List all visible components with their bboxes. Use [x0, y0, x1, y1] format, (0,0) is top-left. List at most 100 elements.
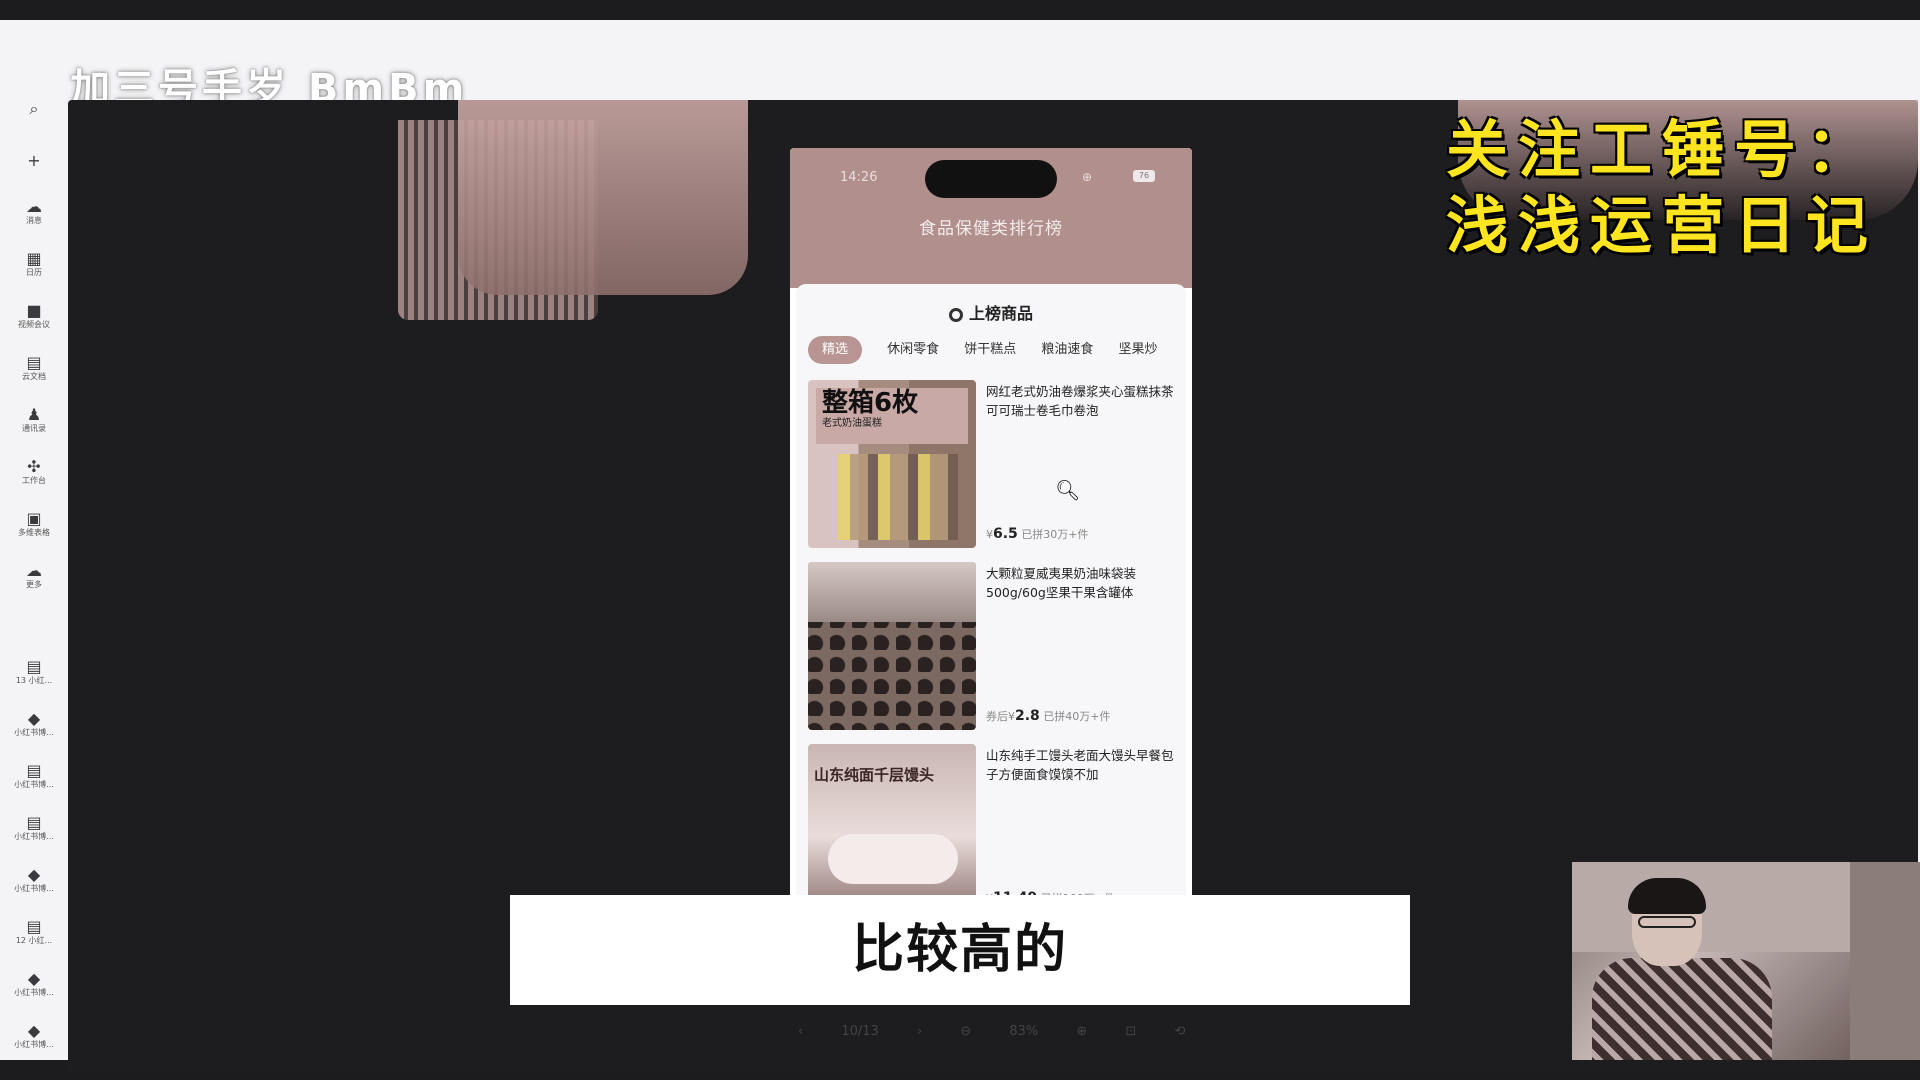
contacts-icon: ♟	[26, 405, 42, 424]
sidebar-item-label: 小红书博...	[14, 780, 54, 789]
sidebar-item-label: 小红书博...	[14, 1040, 54, 1049]
sold-count: 已拼30万+件	[1021, 528, 1089, 541]
sidebar-pinned-file[interactable]: ▤ 小红书博...	[0, 762, 68, 790]
sidebar-item-new[interactable]: +	[0, 152, 68, 170]
sidebar-item-more[interactable]: ☁ 更多	[0, 562, 68, 590]
signal-icon: ⊕	[1082, 170, 1093, 184]
sidebar-item-search[interactable]: ⌕	[0, 100, 68, 118]
tab-featured[interactable]: 精选	[808, 336, 863, 364]
search-icon: ⌕	[29, 99, 39, 118]
sidebar-item-label: 更多	[26, 580, 42, 589]
sidebar-item-messages[interactable]: ☁ 消息	[0, 198, 68, 226]
sidebar-pinned-file[interactable]: ▤ 13 小红...	[0, 658, 68, 686]
list-item[interactable]: 整箱6枚 老式奶油蛋糕 网红老式奶油卷爆浆夹心蛋糕抹茶可可瑞士卷毛巾卷泡 ¥6.…	[808, 380, 1183, 550]
follow-line-1: 关注工锤号：	[1446, 113, 1879, 186]
video-subtitle: 比较高的	[510, 895, 1410, 1005]
circle-icon	[948, 308, 963, 322]
sidebar-item-label: 多维表格	[18, 528, 50, 537]
product-image-caption: 整箱6枚 老式奶油蛋糕	[816, 388, 968, 444]
follow-line-2: 浅浅运营日记	[1446, 189, 1879, 262]
ranking-title: 食品保健类排行榜	[919, 219, 1063, 239]
zoom-cursor-icon: 🔍︎	[1055, 478, 1081, 502]
sidebar-item-label: 12 小红...	[15, 936, 53, 945]
workspace-icon: ✣	[27, 457, 41, 476]
sidebar-item-workspace[interactable]: ✣ 工作台	[0, 458, 68, 486]
category-tabs: 精选 休闲零食 饼干糕点 粮油速食 坚果炒	[808, 336, 1186, 368]
presenter-webcam	[1572, 862, 1920, 1060]
file-icon: ◆	[27, 1021, 41, 1040]
sidebar-item-label: 小红书博...	[14, 884, 54, 893]
next-image-button[interactable]: ›	[917, 1024, 922, 1039]
message-icon: ☁	[26, 197, 42, 216]
product-price: ¥6.5 已拼30万+件	[986, 526, 1089, 542]
sidebar-item-label: 消息	[26, 216, 42, 225]
sidebar-item-docs[interactable]: ▤ 云文档	[0, 354, 68, 382]
sidebar-item-video-meeting[interactable]: ■ 视频会议	[0, 302, 68, 330]
video-meeting-icon: ■	[26, 301, 42, 320]
fit-screen-button[interactable]: ⊡	[1125, 1024, 1136, 1039]
file-icon: ◆	[27, 865, 41, 884]
status-time: 14:26	[840, 170, 878, 185]
tab-snacks[interactable]: 休闲零食	[887, 336, 939, 364]
product-photo	[838, 454, 958, 540]
ranking-card: 上榜商品 精选 休闲零食 饼干糕点 粮油速食 坚果炒 整箱6枚 老式奶油蛋糕 网…	[796, 284, 1186, 918]
product-photo	[808, 562, 976, 622]
plus-icon: +	[27, 151, 41, 170]
multidim-table-icon: ▣	[26, 509, 42, 528]
sidebar-item-label: 小红书博...	[14, 832, 54, 841]
file-icon: ◆	[27, 709, 41, 728]
page-indicator: 10/13	[841, 1024, 879, 1039]
file-icon: ◆	[27, 969, 41, 988]
sidebar-pinned-file[interactable]: ◆ 小红书博...	[0, 970, 68, 998]
zoom-out-button[interactable]: ⊖	[960, 1024, 971, 1039]
zoom-level: 83%	[1009, 1024, 1039, 1039]
file-icon: ▤	[26, 761, 42, 780]
product-image-caption: 山东纯面千层馒头	[814, 766, 935, 784]
sidebar-pinned-file[interactable]: ▤ 小红书博...	[0, 814, 68, 842]
sidebar-item-label: 小红书博...	[14, 988, 54, 997]
left-sidebar: ⌕ + ☁ 消息 ▦ 日历 ■ 视频会议 ▤ 云文档 ♟ 通讯录 ✣ 工作台 ▣…	[0, 100, 68, 1080]
sidebar-pinned-file[interactable]: ◆ 小红书博...	[0, 710, 68, 738]
sidebar-item-multidim-table[interactable]: ▣ 多维表格	[0, 510, 68, 538]
product-photo	[828, 834, 958, 884]
list-item[interactable]: 山东纯面千层馒头 山东纯手工馒头老面大馒头早餐包子方便面食馍馍不加 ¥11.49…	[808, 744, 1183, 914]
zoom-in-button[interactable]: ⊕	[1076, 1024, 1087, 1039]
rotate-button[interactable]: ⟲	[1174, 1024, 1185, 1039]
sidebar-pinned-file[interactable]: ◆ 小红书博...	[0, 1022, 68, 1050]
sidebar-item-calendar[interactable]: ▦ 日历	[0, 250, 68, 278]
webcam-background	[1850, 862, 1920, 1060]
calendar-icon: ▦	[26, 249, 42, 268]
sold-count: 已拼40万+件	[1043, 710, 1111, 723]
phone-header: 14:26 ⊕ 76 食品保健类排行榜	[790, 148, 1192, 288]
product-image	[808, 562, 976, 730]
sidebar-item-label: 云文档	[22, 372, 46, 381]
follow-overlay: 关注工锤号： 浅浅运营日记	[1446, 112, 1878, 264]
sidebar-item-label: 13 小红...	[15, 676, 53, 685]
file-icon: ▤	[26, 657, 42, 676]
presenter-hair	[1628, 878, 1706, 914]
sidebar-item-label: 通讯录	[22, 424, 46, 433]
sidebar-item-label: 工作台	[22, 476, 46, 485]
tab-grain-oil[interactable]: 粮油速食	[1041, 336, 1093, 364]
list-item[interactable]: 大颗粒夏威夷果奶油味袋装500g/60g坚果干果含罐体 券后¥2.8 已拼40万…	[808, 562, 1183, 732]
product-price: 券后¥2.8 已拼40万+件	[986, 708, 1111, 724]
sidebar-pinned-file[interactable]: ▤ 12 小红...	[0, 918, 68, 946]
battery-icon: 76	[1133, 170, 1155, 182]
decorative-banner	[458, 100, 748, 295]
sidebar-item-label: 日历	[26, 268, 42, 277]
sidebar-item-contacts[interactable]: ♟ 通讯录	[0, 406, 68, 434]
file-icon: ▤	[26, 917, 42, 936]
sidebar-item-label: 视频会议	[18, 320, 50, 329]
file-icon: ▤	[26, 813, 42, 832]
sidebar-pinned-file[interactable]: ◆ 小红书博...	[0, 866, 68, 894]
product-name: 山东纯手工馒头老面大馒头早餐包子方便面食馍馍不加	[986, 748, 1174, 782]
presenter-body	[1592, 958, 1772, 1060]
product-name: 大颗粒夏威夷果奶油味袋装500g/60g坚果干果含罐体	[986, 566, 1137, 600]
tab-nuts[interactable]: 坚果炒	[1118, 336, 1157, 364]
product-image: 山东纯面千层馒头	[808, 744, 976, 912]
previous-image-button[interactable]: ‹	[798, 1024, 803, 1039]
viewer-toolbar: ‹ 10/13 › ⊖ 83% ⊕ ⊡ ⟲	[798, 1024, 1219, 1039]
tab-biscuits[interactable]: 饼干糕点	[964, 336, 1016, 364]
sidebar-item-label: 小红书博...	[14, 728, 54, 737]
more-icon: ☁	[26, 561, 42, 580]
